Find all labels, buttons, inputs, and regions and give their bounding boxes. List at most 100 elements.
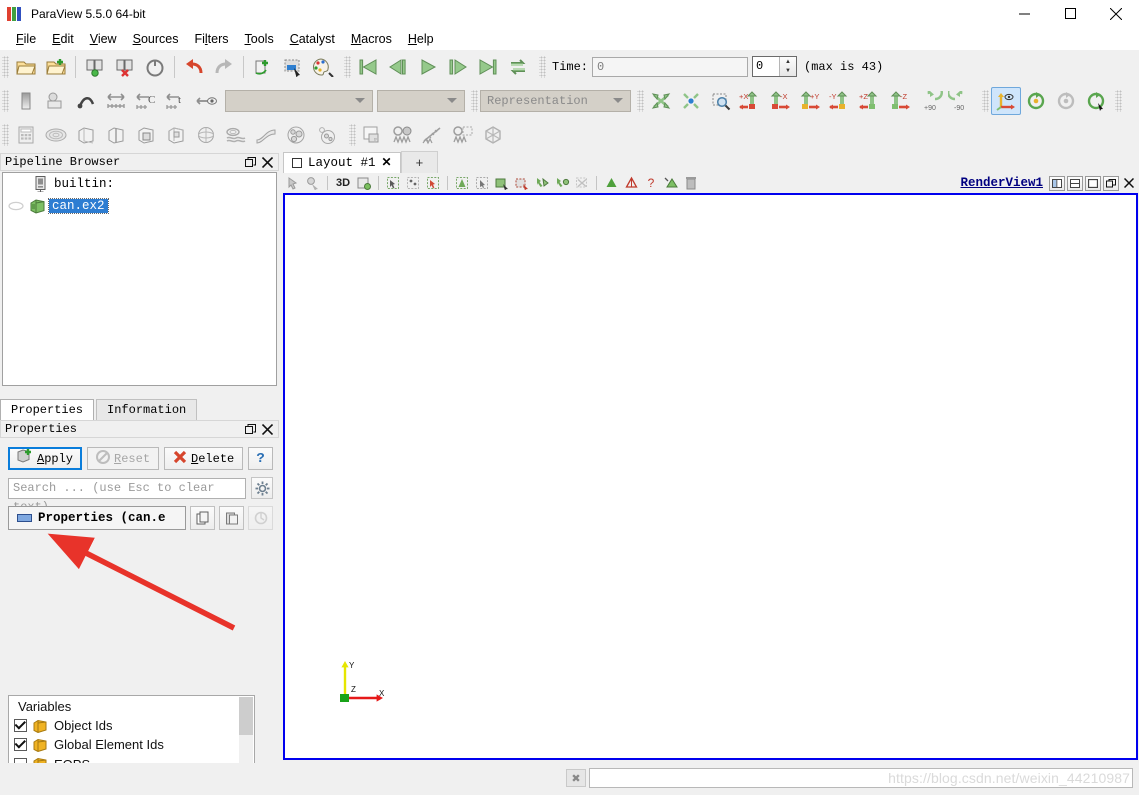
mode-3d-label[interactable]: 3D xyxy=(332,174,354,192)
color-array-combo[interactable] xyxy=(225,89,373,112)
query-icon[interactable]: ? xyxy=(641,174,661,192)
toolbar-grip[interactable] xyxy=(2,89,9,112)
close-view-icon[interactable] xyxy=(1121,176,1137,191)
frame-spinbox[interactable]: 0 ▲ ▼ xyxy=(752,56,798,77)
spin-up-icon[interactable]: ▲ xyxy=(780,57,796,67)
vcr-toolbar-grip[interactable] xyxy=(344,55,351,78)
scrollbar-thumb[interactable] xyxy=(239,697,253,735)
slice-icon[interactable] xyxy=(101,121,131,149)
split-vertical-icon[interactable] xyxy=(1067,175,1083,191)
rotate-minus-90-icon[interactable]: -90 xyxy=(946,87,976,115)
color-component-combo[interactable] xyxy=(377,89,465,112)
copy-icon[interactable] xyxy=(190,506,215,530)
variable-checkbox[interactable] xyxy=(14,719,27,733)
time-toolbar-grip[interactable] xyxy=(539,55,546,78)
undo-icon[interactable] xyxy=(179,53,209,81)
variable-row-global-element-ids[interactable]: Global Element Ids xyxy=(9,735,254,754)
menu-sources[interactable]: Sources xyxy=(125,30,187,48)
select-points-through-icon[interactable] xyxy=(452,174,472,192)
clear-selection-icon[interactable] xyxy=(572,174,592,192)
color-map-editor-icon[interactable] xyxy=(11,87,41,115)
split-horizontal-icon[interactable] xyxy=(1049,175,1065,191)
frame-spin-buttons[interactable]: ▲ ▼ xyxy=(779,57,797,77)
representation-grip[interactable] xyxy=(471,89,478,112)
show-center-axes-icon[interactable] xyxy=(991,86,1021,115)
restore-defaults-icon[interactable] xyxy=(248,506,273,530)
previous-frame-icon[interactable] xyxy=(383,53,413,81)
render-view[interactable]: Y X Z xyxy=(283,193,1138,760)
minus-z-icon[interactable]: -Z xyxy=(886,87,916,115)
delete-button[interactable]: Delete xyxy=(164,447,244,470)
help-button[interactable]: ? xyxy=(248,447,273,470)
pick-center-icon[interactable] xyxy=(1051,87,1081,115)
spin-down-icon[interactable]: ▼ xyxy=(780,67,796,77)
loop-icon[interactable] xyxy=(503,53,533,81)
rotate-center-icon[interactable] xyxy=(1081,87,1111,115)
plot-over-line-icon[interactable] xyxy=(418,121,448,149)
search-input[interactable]: Search ... (use Esc to clear text) xyxy=(8,477,246,514)
delete-selection-icon[interactable] xyxy=(681,174,701,192)
contour-icon[interactable] xyxy=(41,121,71,149)
pipeline-tree[interactable]: builtin: can.ex2 xyxy=(2,172,277,386)
cancel-icon[interactable]: ✖ xyxy=(566,769,586,787)
tab-properties[interactable]: Properties xyxy=(0,399,95,420)
threshold-icon[interactable] xyxy=(131,121,161,149)
layout-tab[interactable]: Layout #1 ✕ xyxy=(283,152,401,173)
select-block-icon[interactable] xyxy=(472,174,492,192)
select-surface-cells-icon[interactable] xyxy=(303,174,323,192)
close-icon[interactable] xyxy=(262,423,273,435)
camera-undo-icon[interactable] xyxy=(354,174,374,192)
center-axes-grip[interactable] xyxy=(982,89,989,112)
calculator-icon[interactable] xyxy=(11,121,41,149)
plus-z-icon[interactable]: +Z xyxy=(856,87,886,115)
representation-combo[interactable]: Representation xyxy=(480,89,631,112)
variables-group-row[interactable]: Variables xyxy=(9,696,254,716)
warp-icon[interactable] xyxy=(251,121,281,149)
close-icon[interactable] xyxy=(262,156,273,168)
tab-information[interactable]: Information xyxy=(96,399,198,420)
plus-x-icon[interactable]: +X xyxy=(736,87,766,115)
plot-selection-icon[interactable] xyxy=(448,121,478,149)
plus-y-icon[interactable]: +Y xyxy=(796,87,826,115)
menu-macros[interactable]: Macros xyxy=(343,30,400,48)
grow-selection-icon[interactable] xyxy=(601,174,621,192)
glyph-icon[interactable] xyxy=(191,121,221,149)
play-icon[interactable] xyxy=(413,53,443,81)
section-toggle-icon[interactable] xyxy=(17,514,32,522)
open-file-icon[interactable] xyxy=(11,53,41,81)
select-cells-through-icon[interactable] xyxy=(423,174,443,192)
rescale-over-time-icon[interactable]: C xyxy=(131,87,161,115)
last-frame-icon[interactable] xyxy=(473,53,503,81)
visibility-eye-icon[interactable] xyxy=(5,201,27,211)
minus-x-icon[interactable]: -X xyxy=(766,87,796,115)
menu-help[interactable]: Help xyxy=(400,30,442,48)
spreadsheet-view-icon[interactable] xyxy=(358,121,388,149)
apply-button[interactable]: Apply xyxy=(8,447,83,470)
maximize-button[interactable] xyxy=(1047,0,1093,27)
stream-tracer-icon[interactable] xyxy=(221,121,251,149)
camera-toolbar-grip[interactable] xyxy=(637,89,644,112)
hover-cells-icon[interactable] xyxy=(532,174,552,192)
menu-file[interactable]: File xyxy=(8,30,44,48)
reset-center-icon[interactable] xyxy=(1021,87,1051,115)
next-frame-icon[interactable] xyxy=(443,53,473,81)
undock-view-icon[interactable] xyxy=(1103,175,1119,191)
extract-level-icon[interactable] xyxy=(311,121,341,149)
time-input[interactable]: 0 xyxy=(592,56,749,77)
undo-camera-icon[interactable] xyxy=(248,53,278,81)
properties-section-header[interactable]: Properties (can.e xyxy=(8,506,186,530)
interactive-select-cells-icon[interactable] xyxy=(492,174,512,192)
interactive-select-icon[interactable] xyxy=(278,53,308,81)
rotate-plus-90-icon[interactable]: +90 xyxy=(916,87,946,115)
rescale-custom-icon[interactable] xyxy=(71,87,101,115)
pipeline-item-builtin[interactable]: builtin: xyxy=(3,173,276,195)
undock-icon[interactable] xyxy=(245,156,256,168)
reset-button[interactable]: Reset xyxy=(87,447,160,470)
shrink-selection-icon[interactable] xyxy=(621,174,641,192)
group-datasets-icon[interactable] xyxy=(281,121,311,149)
toolbar-grip[interactable] xyxy=(2,55,9,78)
paste-icon[interactable] xyxy=(219,506,244,530)
edit-color-legend-icon[interactable] xyxy=(41,87,71,115)
probe-icon[interactable] xyxy=(478,121,508,149)
plot-over-time-icon[interactable] xyxy=(388,121,418,149)
